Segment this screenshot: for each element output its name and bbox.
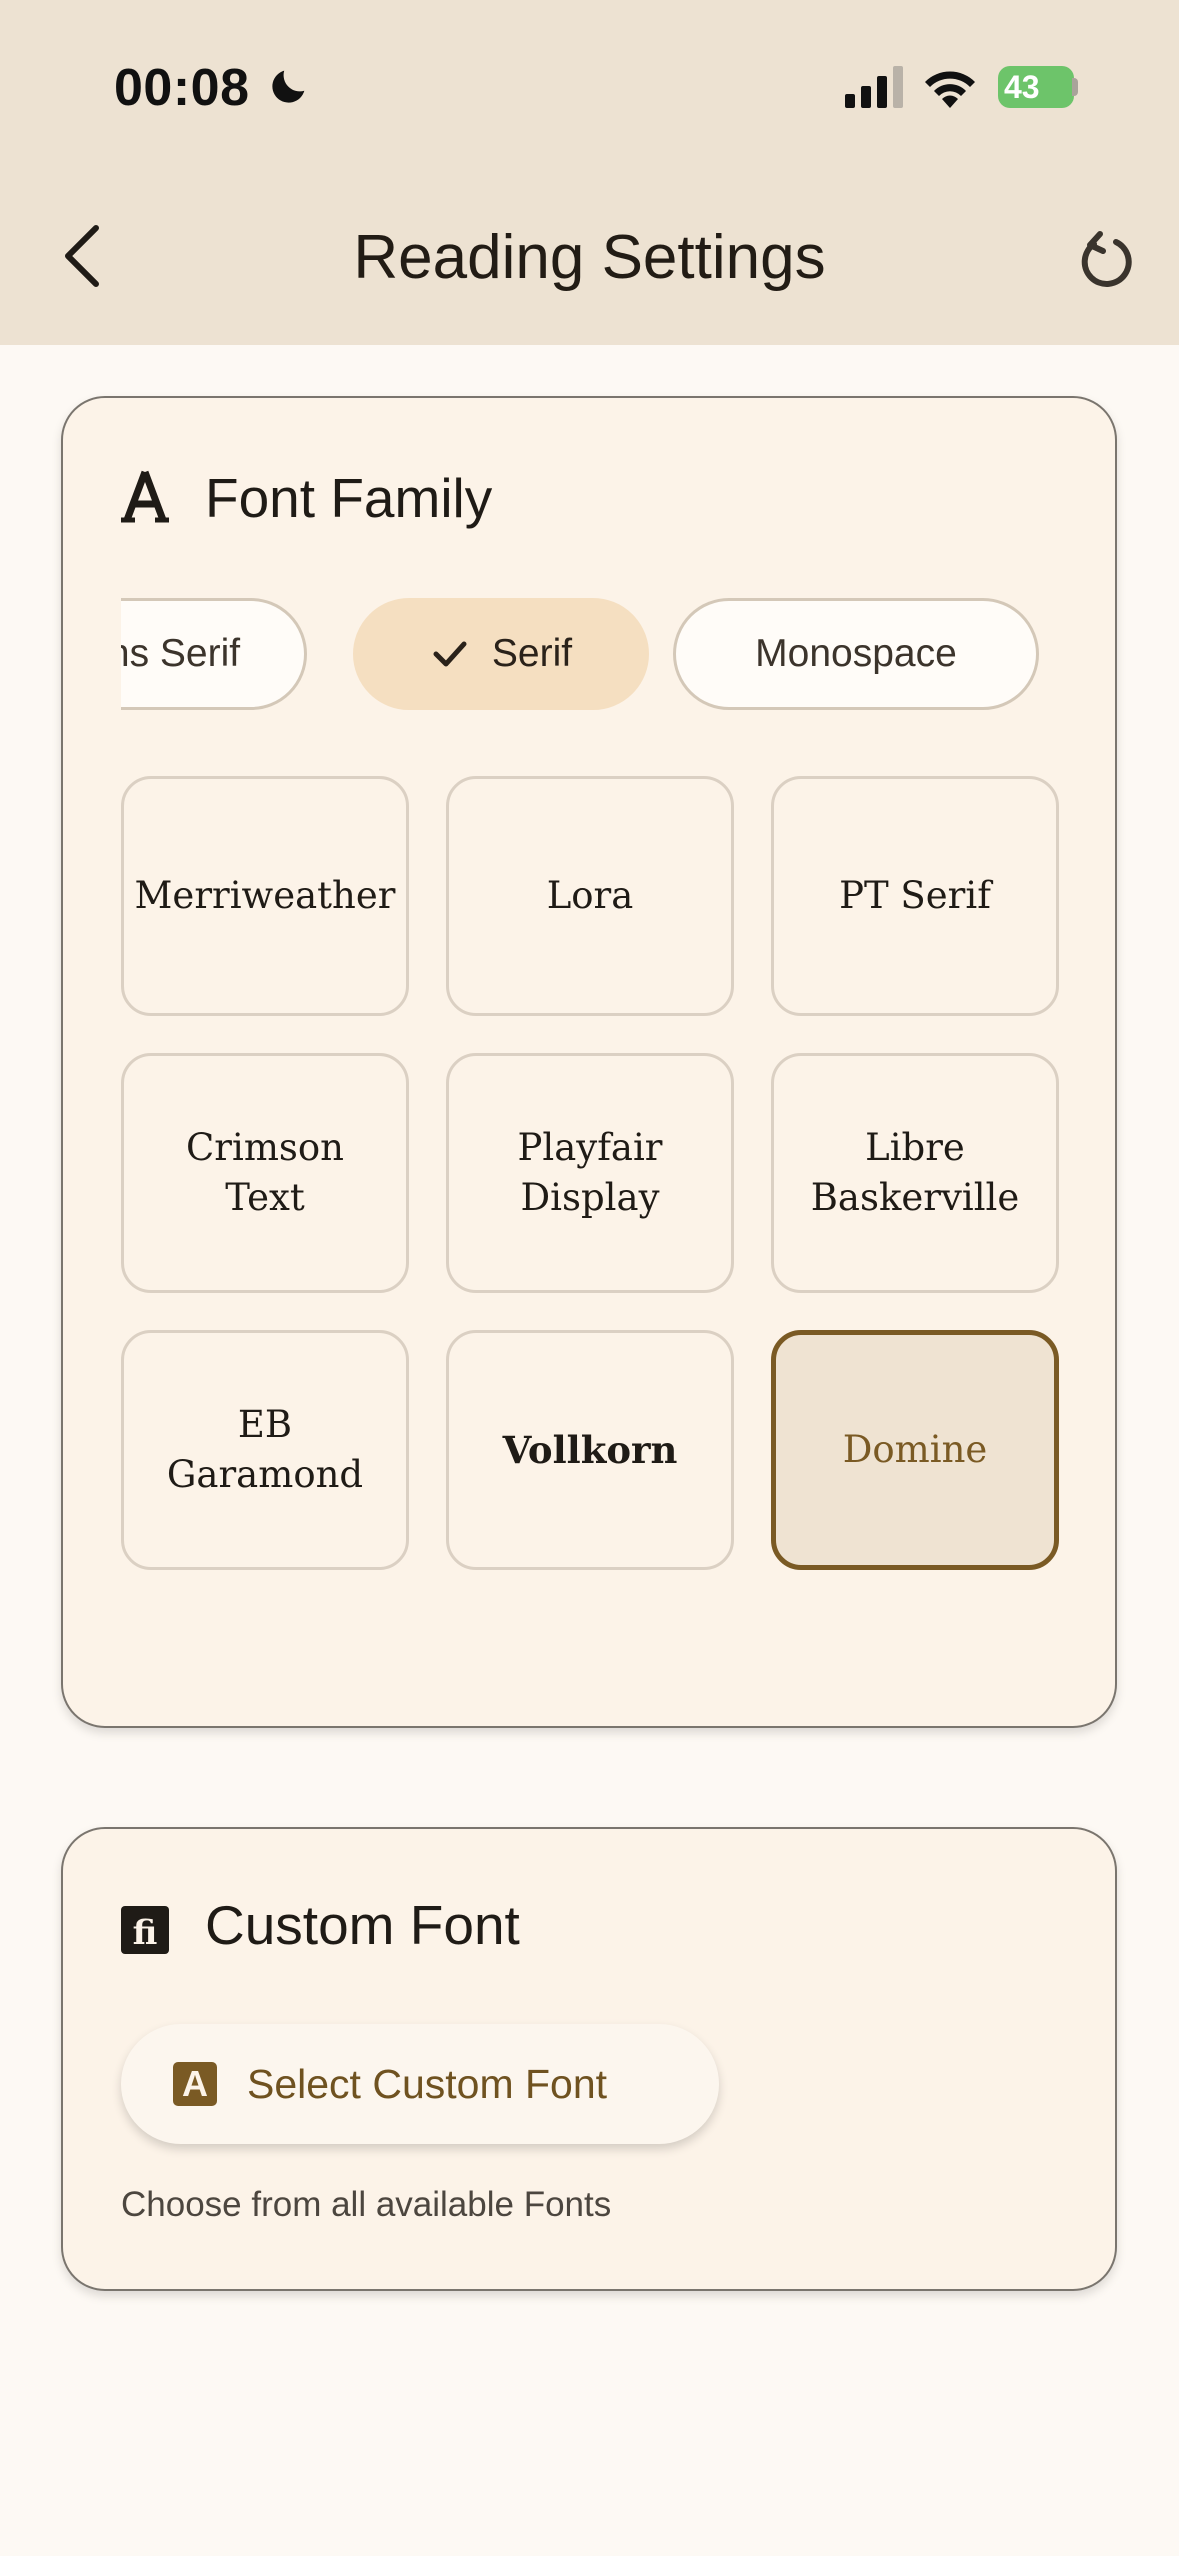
font-category-chips[interactable]: ns Serif Serif Monospace: [121, 598, 1061, 710]
cellular-signal-icon: [845, 66, 903, 108]
select-custom-font-button[interactable]: A Select Custom Font: [121, 2024, 719, 2144]
font-option-label: EB Garamond: [166, 1403, 364, 1496]
font-option-label: Playfair Display: [517, 1126, 663, 1219]
battery-level: 43: [1004, 69, 1040, 105]
select-custom-font-label: Select Custom Font: [247, 2060, 608, 2107]
font-option-playfair-display[interactable]: Playfair Display: [446, 1053, 734, 1293]
font-ligature-icon: fi: [121, 1906, 169, 1954]
font-a-icon: A: [173, 2062, 217, 2106]
wifi-icon: [925, 71, 975, 108]
font-option-label: Merriweather: [134, 874, 396, 917]
custom-font-card: fi Custom Font A Select Custom Font Choo…: [61, 1827, 1117, 2291]
chip-label: ns Serif: [121, 632, 241, 675]
font-option-libre-baskerville[interactable]: Libre Baskerville: [771, 1053, 1059, 1293]
font-option-merriweather[interactable]: Merriweather: [121, 776, 409, 1016]
app-bar: 00:08 43 Reading Settings: [0, 0, 1179, 345]
font-option-label: Domine: [842, 1428, 988, 1471]
custom-font-helper-text: Choose from all available Fonts: [121, 2185, 612, 2224]
font-family-card: Font Family ns Serif Serif Monospace Mer…: [61, 396, 1117, 1728]
font-option-label: Lora: [546, 874, 634, 917]
font-option-label: Vollkorn: [502, 1428, 678, 1472]
font-option-vollkorn[interactable]: Vollkorn: [446, 1330, 734, 1570]
font-family-title: Font Family: [205, 467, 493, 529]
page-title: Reading Settings: [353, 223, 826, 292]
font-option-label: Libre Baskerville: [810, 1126, 1020, 1219]
font-option-label: PT Serif: [839, 874, 991, 917]
font-option-pt-serif[interactable]: PT Serif: [771, 776, 1059, 1016]
font-option-eb-garamond[interactable]: EB Garamond: [121, 1330, 409, 1570]
battery-indicator: 43: [998, 66, 1074, 108]
chip-label: Monospace: [755, 632, 957, 675]
chip-monospace[interactable]: Monospace: [673, 598, 1039, 710]
battery-cap: [1072, 78, 1078, 96]
chip-serif[interactable]: Serif: [353, 598, 649, 710]
reset-icon[interactable]: [1076, 230, 1136, 292]
check-icon: [433, 641, 467, 667]
chip-label: Serif: [491, 632, 573, 675]
chip-sans-serif[interactable]: ns Serif: [121, 598, 307, 710]
font-option-domine[interactable]: Domine: [771, 1330, 1059, 1570]
font-option-crimson-text[interactable]: Crimson Text: [121, 1053, 409, 1293]
custom-font-title: Custom Font: [205, 1894, 520, 1956]
font-option-lora[interactable]: Lora: [446, 776, 734, 1016]
svg-text:fi: fi: [133, 1913, 158, 1953]
font-option-label: Crimson Text: [185, 1126, 344, 1219]
status-time: 00:08: [114, 59, 250, 117]
moon-icon: [272, 70, 305, 103]
font-letter-icon: [121, 470, 169, 523]
